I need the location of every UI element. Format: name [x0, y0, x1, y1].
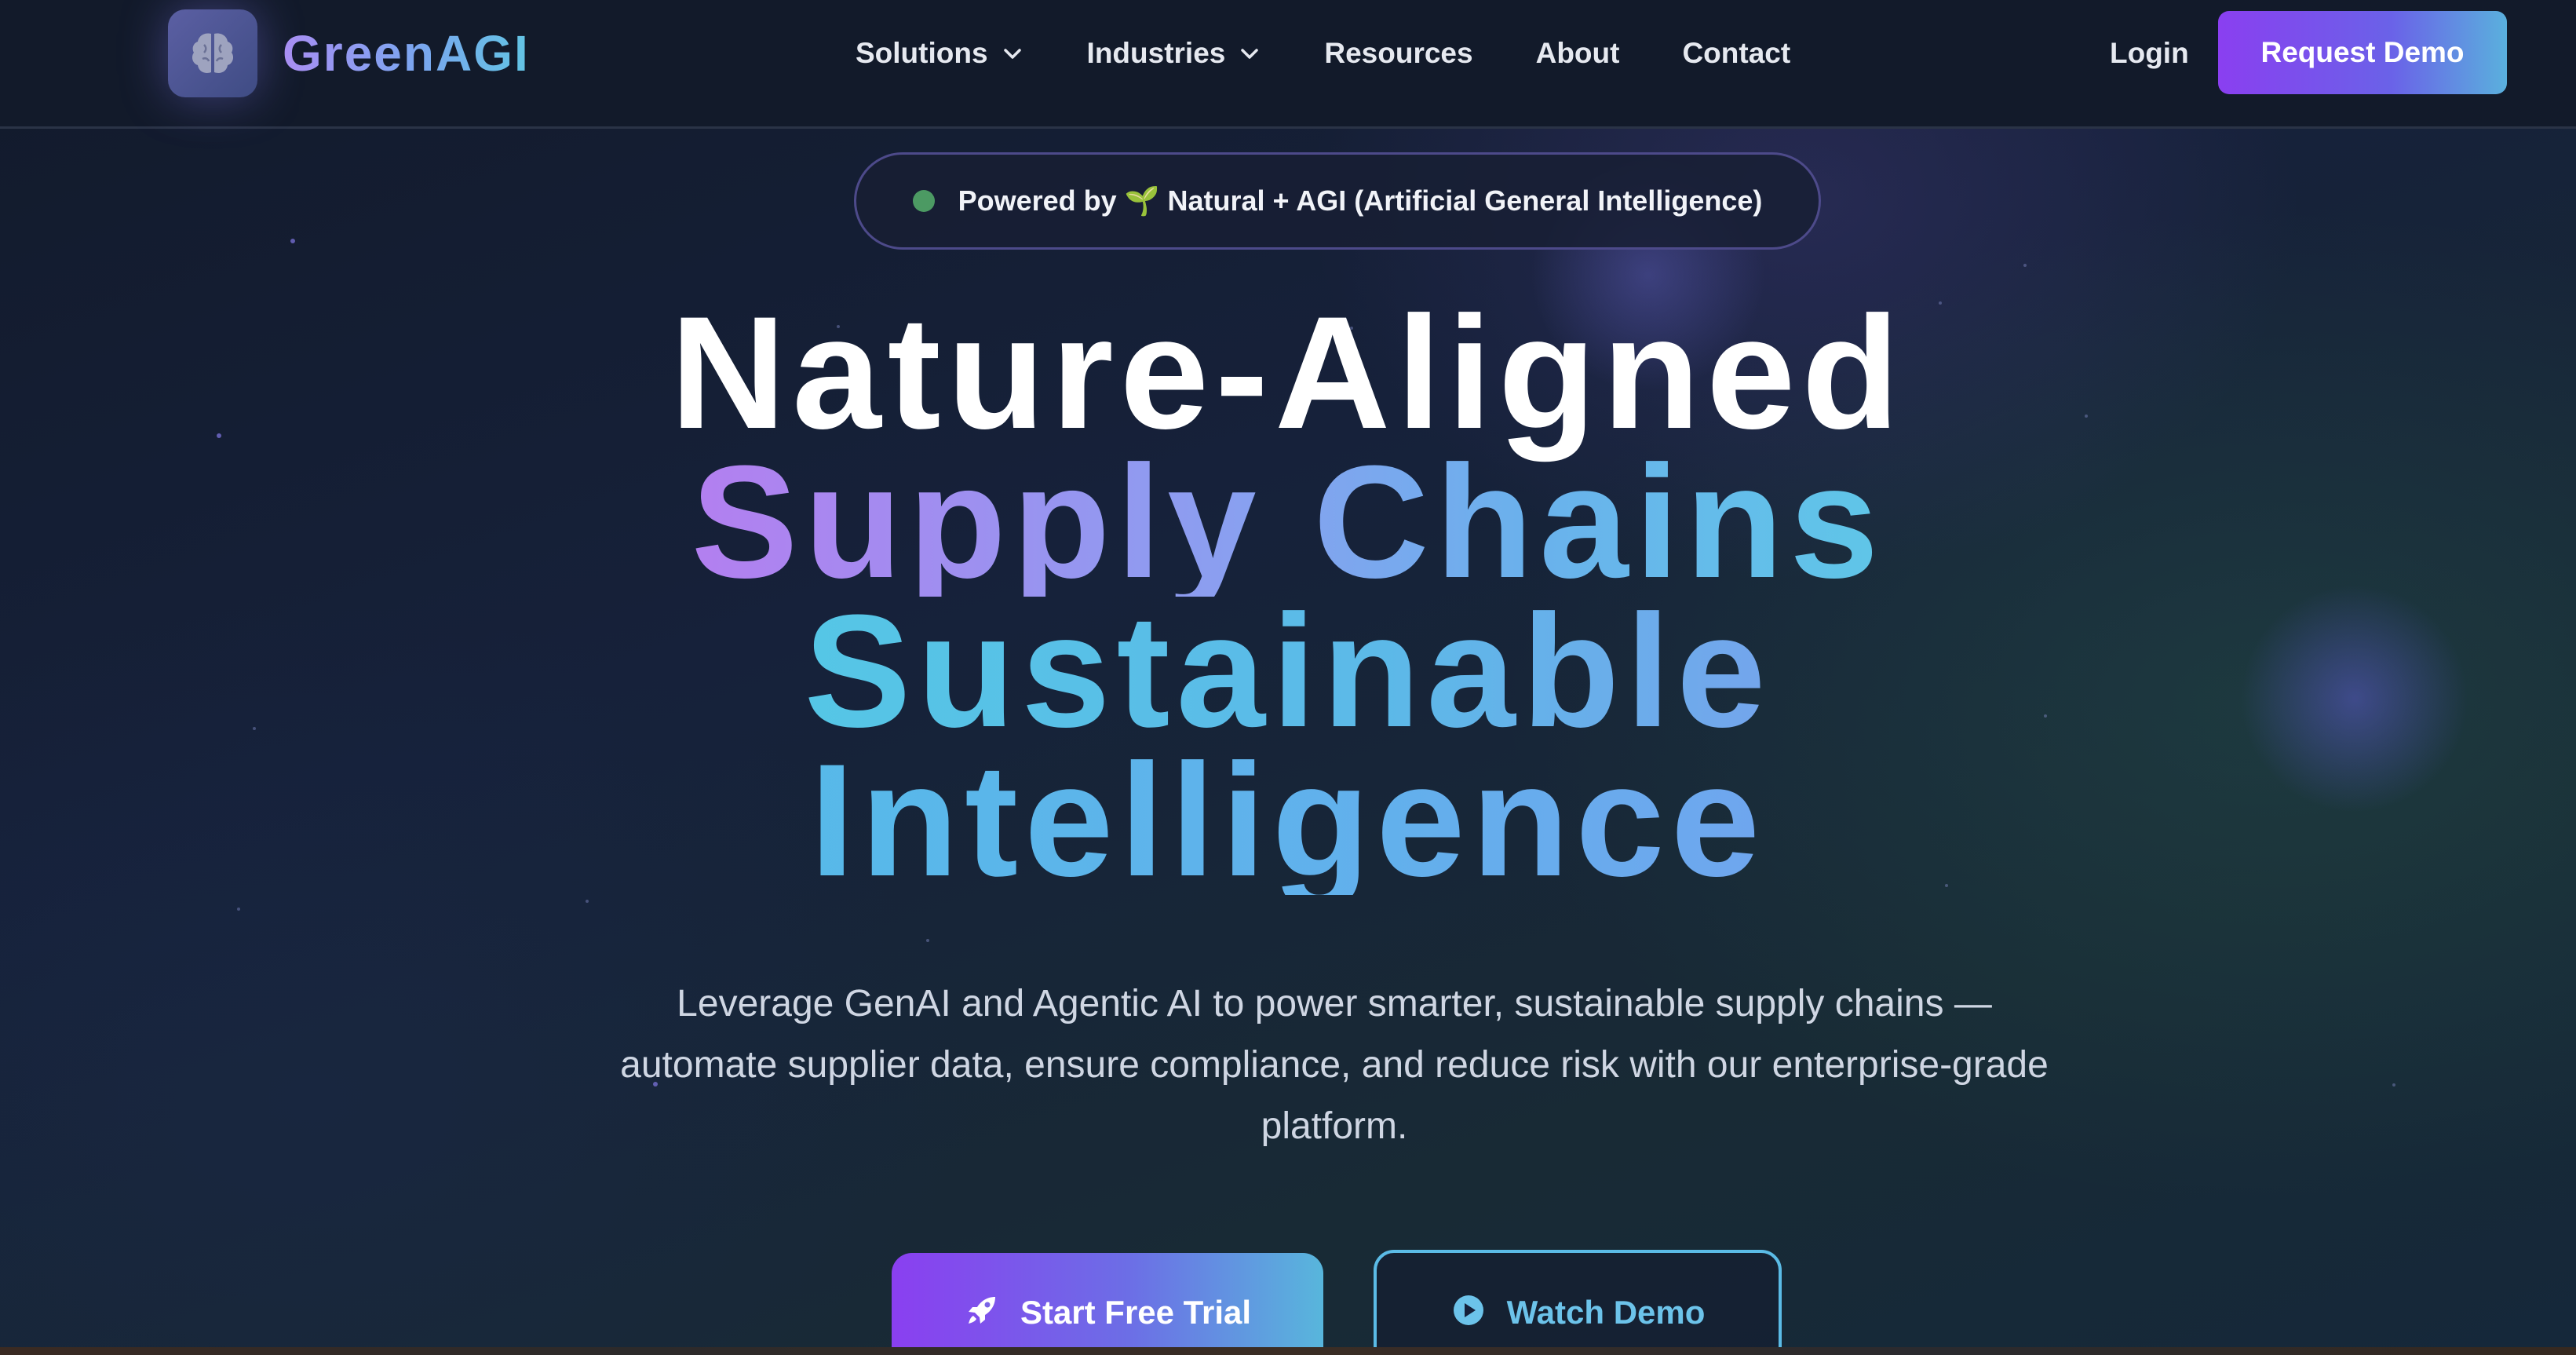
status-dot [912, 190, 935, 212]
hero-title-line-4: Intelligence [809, 731, 1767, 910]
start-free-trial-button[interactable]: Start Free Trial [892, 1253, 1323, 1355]
nav-item-label: Contact [1682, 37, 1791, 69]
hero-subtitle: Leverage GenAI and Agentic AI to power s… [620, 983, 2049, 1147]
brain-icon [192, 33, 234, 73]
badge-text: Powered by 🌱 Natural + AGI (Artificial G… [958, 184, 1763, 217]
nav-item-label: About [1535, 37, 1620, 69]
play-circle-icon [1453, 1295, 1483, 1325]
star-particle [290, 239, 295, 243]
nav-item-industries[interactable]: Industries [1087, 37, 1262, 70]
chevron-down-icon [1241, 49, 1259, 59]
landing-page: GreenAGI Solutions Industries Resources … [0, 0, 2576, 1355]
nav-item-label: Solutions [856, 37, 988, 69]
hero-title-line-2: Supply Chains [691, 433, 1885, 612]
nav-item-label: Industries [1086, 37, 1226, 69]
hero-title: Nature-Aligned Supply Chains Sustainable… [0, 283, 2576, 910]
chevron-down-icon [1003, 49, 1021, 59]
nav-item-resources[interactable]: Resources [1324, 37, 1472, 70]
nav-item-about[interactable]: About [1536, 37, 1620, 70]
star-particle [2023, 264, 2027, 267]
top-navbar: GreenAGI Solutions Industries Resources … [0, 0, 2576, 129]
powered-by-badge: Powered by 🌱 Natural + AGI (Artificial G… [854, 152, 1821, 250]
logo[interactable] [168, 9, 257, 97]
rocket-icon [968, 1297, 995, 1324]
star-particle [586, 900, 589, 903]
hero-title-line-1: Nature-Aligned [670, 283, 1906, 462]
brand-name[interactable]: GreenAGI [283, 22, 530, 85]
star-particle [2392, 1083, 2395, 1087]
nav-item-label: Resources [1324, 37, 1473, 69]
nav-item-solutions[interactable]: Solutions [856, 37, 1024, 70]
hero-title-line-3: Sustainable [804, 582, 1772, 761]
star-particle [237, 908, 240, 911]
start-free-trial-label: Start Free Trial [1020, 1294, 1252, 1331]
request-demo-button[interactable]: Request Demo [2218, 11, 2507, 94]
login-link[interactable]: Login [2110, 33, 2189, 74]
next-section-edge [0, 1347, 2576, 1355]
watch-demo-label: Watch Demo [1506, 1294, 1706, 1331]
watch-demo-button[interactable]: Watch Demo [1374, 1250, 1782, 1355]
main-nav: Solutions Industries Resources About Con… [856, 28, 1853, 79]
nav-item-contact[interactable]: Contact [1682, 37, 1790, 70]
star-particle [926, 939, 929, 942]
